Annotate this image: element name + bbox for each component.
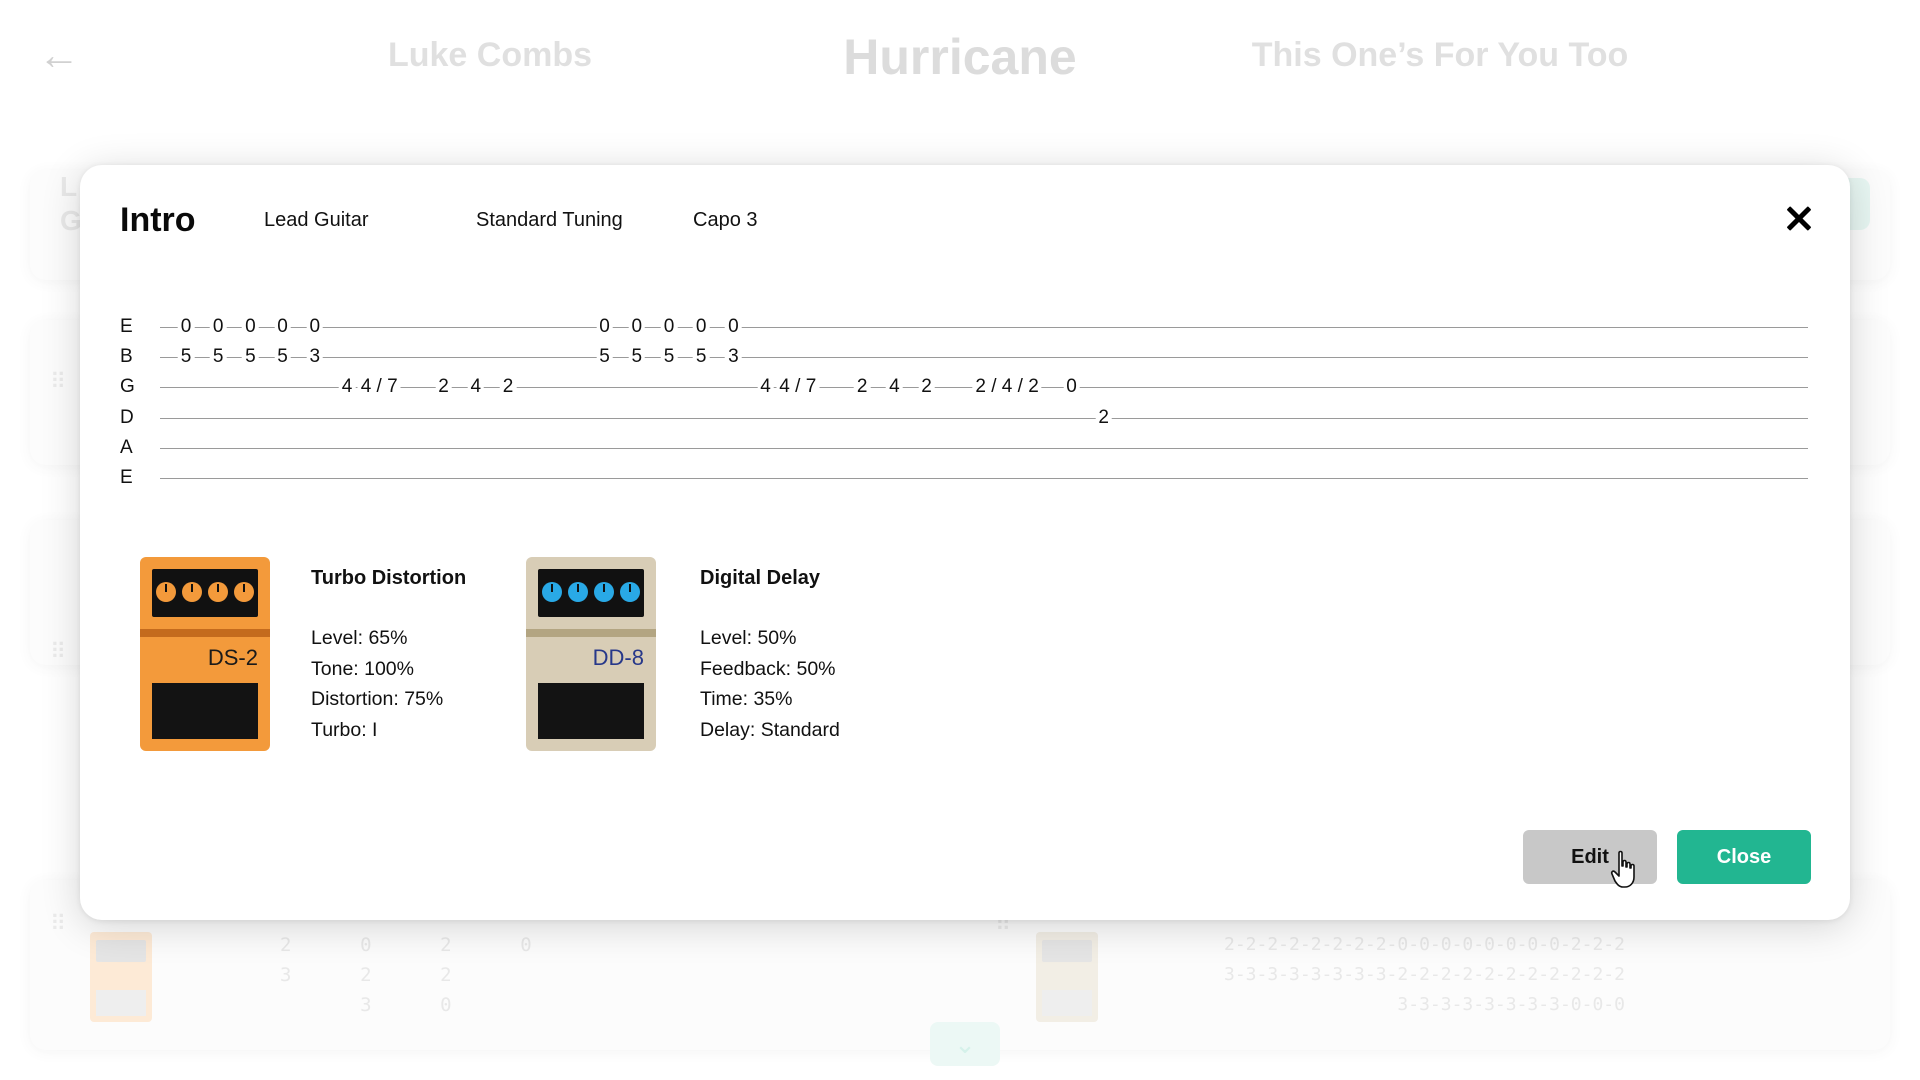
tab-string-row: A xyxy=(120,433,1820,463)
tab-fret-note: 0 xyxy=(177,312,195,342)
tab-string-name: E xyxy=(120,316,133,337)
tab-fret-note: 2 xyxy=(918,372,935,403)
tab-fret-note: 3 xyxy=(306,342,324,373)
tab-fret-note: 0 xyxy=(306,312,324,342)
tab-string-name: A xyxy=(120,436,133,458)
tab-fret-note: 4 xyxy=(757,372,774,403)
tab-fret-note: 5 xyxy=(628,342,646,373)
section-title: Intro xyxy=(120,201,196,239)
close-x-icon[interactable] xyxy=(1780,199,1820,239)
tab-fret-note: 2 / 4 / 2 xyxy=(972,372,1042,403)
tab-fret-note: 2 xyxy=(499,372,517,403)
tab-string-line xyxy=(160,357,1808,359)
pedal-name: Digital Delay xyxy=(700,567,821,589)
tab-fret-note: 0 xyxy=(242,312,259,342)
dd8-pedal-image: DD-8 xyxy=(526,557,656,751)
tab-string-line xyxy=(160,327,1808,328)
pedal-knob-icon xyxy=(182,582,202,602)
pedal-knob-icon xyxy=(620,582,640,602)
guitar-tablature: E0000000000B5555355553G44 / 724244 / 724… xyxy=(120,312,1820,488)
pedal-knob-icon xyxy=(568,582,588,602)
tab-string-name: G xyxy=(120,376,135,398)
tab-fret-note: 0 xyxy=(660,312,678,342)
pedal-knob-icon xyxy=(208,582,228,602)
tab-fret-note: 5 xyxy=(242,342,259,373)
tab-fret-note: 4 xyxy=(886,372,903,403)
tab-string-line xyxy=(160,417,1808,419)
pedal-knob-icon xyxy=(594,582,614,602)
tab-fret-note: 0 xyxy=(209,312,227,342)
tab-fret-note: 5 xyxy=(692,342,710,373)
tab-string-row: E xyxy=(120,463,1820,493)
hand-pointer-cursor-icon xyxy=(1610,850,1635,888)
pedal-knob-icon xyxy=(542,582,562,602)
tab-fret-note: 5 xyxy=(274,342,291,373)
tab-string-line xyxy=(160,447,1808,449)
pedal-setting: Delay: Standard xyxy=(700,718,840,741)
tab-string-line xyxy=(160,478,1808,479)
section-detail-modal: Intro Lead Guitar Standard Tuning Capo 3… xyxy=(80,165,1850,920)
tab-fret-note: 4 / 7 xyxy=(776,372,820,403)
tuning-label: Standard Tuning xyxy=(476,209,623,231)
tab-fret-note: 5 xyxy=(177,342,195,373)
tab-fret-note: 4 / 7 xyxy=(357,372,401,403)
pedal-setting: Feedback: 50% xyxy=(700,657,836,680)
tab-fret-note: 2 xyxy=(853,372,871,403)
pedal-stripe xyxy=(526,629,656,637)
tab-fret-note: 4 xyxy=(467,372,485,403)
modal-header: Intro Lead Guitar Standard Tuning Capo 3 xyxy=(120,195,1820,245)
pedal-stripe xyxy=(140,629,270,637)
tab-string-name: D xyxy=(120,406,134,428)
pedal-knob-panel xyxy=(538,569,644,617)
pedal-model: DD-8 xyxy=(592,645,644,670)
close-button[interactable]: Close xyxy=(1677,830,1811,884)
tab-string-row: G44 / 724244 / 72422 / 4 / 20 xyxy=(120,372,1820,403)
tab-string-row: B5555355553 xyxy=(120,342,1820,373)
pedal-settings: Digital Delay Level: 50% Feedback: 50% T… xyxy=(700,563,960,745)
tab-string-row: E0000000000 xyxy=(120,312,1820,342)
tab-string-name: B xyxy=(120,346,133,368)
pedal-knob-icon xyxy=(234,582,254,602)
pedal-model: DS-2 xyxy=(207,645,258,670)
tab-fret-note: 2 xyxy=(1095,402,1112,433)
ds2-pedal-image: DS-2 xyxy=(140,557,270,751)
tab-string-row: D2 xyxy=(120,402,1820,433)
tab-fret-note: 0 xyxy=(628,312,646,342)
pedal-knob-panel xyxy=(152,569,258,617)
pedal-setting: Time: 35% xyxy=(700,688,793,710)
tab-fret-note: 2 xyxy=(435,372,452,403)
tab-fret-note: 5 xyxy=(209,342,227,373)
pedal-footswitch xyxy=(538,683,644,739)
tab-fret-note: 0 xyxy=(274,312,291,342)
tab-string-name: E xyxy=(120,467,133,488)
pedal-setting: Level: 50% xyxy=(700,627,797,649)
tab-fret-note: 3 xyxy=(725,342,742,373)
tab-fret-note: 4 xyxy=(338,372,356,403)
tab-fret-note: 0 xyxy=(725,312,742,342)
pedal-footswitch xyxy=(152,683,258,739)
tab-fret-note: 0 xyxy=(692,312,710,342)
tab-fret-note: 0 xyxy=(1063,372,1080,403)
capo-label: Capo 3 xyxy=(693,209,758,231)
tab-fret-note: 5 xyxy=(660,342,678,373)
instrument-part: Lead Guitar xyxy=(264,209,369,231)
tab-fret-note: 0 xyxy=(596,312,613,342)
tab-fret-note: 5 xyxy=(596,342,613,373)
pedal-knob-icon xyxy=(156,582,176,602)
